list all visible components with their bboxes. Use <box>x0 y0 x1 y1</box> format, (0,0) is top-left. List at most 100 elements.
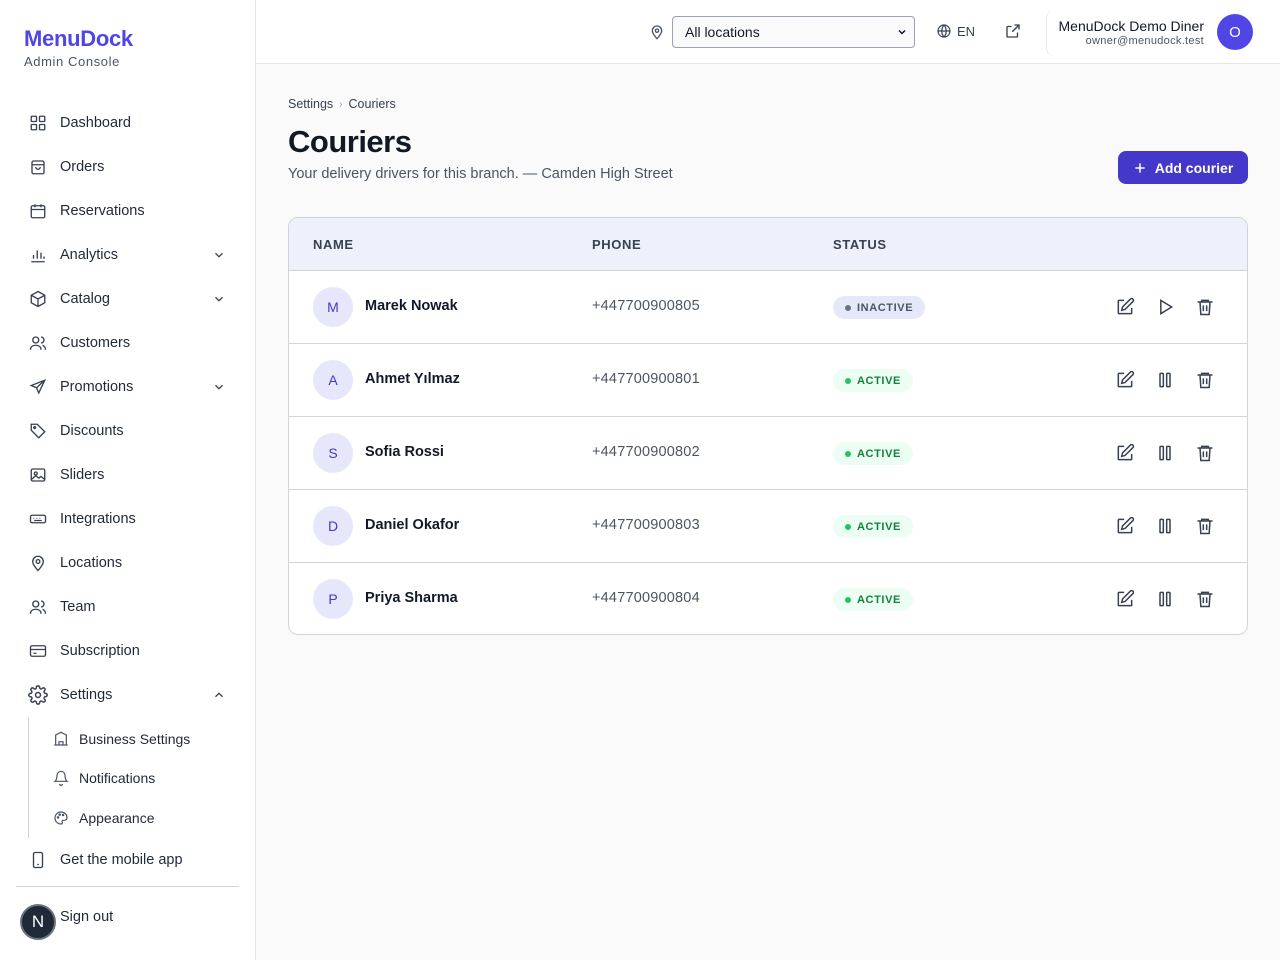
table-row: M Marek Nowak +447700900805 INACTIVE <box>289 271 1247 344</box>
building-icon <box>53 731 69 747</box>
gear-icon <box>28 685 48 705</box>
courier-phone: +447700900803 <box>592 517 700 533</box>
status-dot <box>845 523 851 530</box>
play-icon[interactable] <box>1155 297 1175 317</box>
breadcrumb-settings[interactable]: Settings <box>288 97 333 111</box>
avatar: S <box>313 433 353 473</box>
tag-icon <box>28 421 48 441</box>
sidebar-item-reservations[interactable]: Reservations <box>16 189 240 233</box>
breadcrumb: Settings › Couriers <box>288 97 396 111</box>
avatar: D <box>313 506 353 546</box>
table-row: D Daniel Okafor +447700900803 ACTIVE <box>289 490 1247 563</box>
courier-phone: +447700900805 <box>592 298 700 314</box>
location-select[interactable]: All locations <box>672 16 915 48</box>
sidebar-item-customers[interactable]: Customers <box>16 321 240 365</box>
courier-name: Priya Sharma <box>365 590 458 606</box>
courier-name: Daniel Okafor <box>365 517 460 533</box>
courier-name: Sofia Rossi <box>365 444 444 460</box>
sidebar-item-analytics[interactable]: Analytics <box>16 233 240 277</box>
pause-icon[interactable] <box>1155 370 1175 390</box>
calendar-icon <box>28 201 48 221</box>
trash-icon[interactable] <box>1195 589 1215 609</box>
edit-icon[interactable] <box>1115 443 1135 463</box>
sidebar-item-label: Reservations <box>60 203 145 219</box>
trash-icon[interactable] <box>1195 443 1215 463</box>
brand-name: MenuDock <box>24 26 133 51</box>
sidebar: MenuDock Admin Console Dashboard Orders … <box>0 0 256 960</box>
external-link-icon[interactable] <box>1004 22 1022 40</box>
image-icon <box>28 465 48 485</box>
pause-icon[interactable] <box>1155 516 1175 536</box>
language-label: EN <box>957 23 976 39</box>
sidebar-item-dashboard[interactable]: Dashboard <box>16 101 240 145</box>
sidebar-item-discounts[interactable]: Discounts <box>16 409 240 453</box>
sidebar-item-mobile-app[interactable]: Get the mobile app <box>16 838 240 882</box>
trash-icon[interactable] <box>1195 516 1215 536</box>
status-label: ACTIVE <box>857 520 901 533</box>
sidebar-subitem-notifications[interactable]: Notifications <box>43 759 240 799</box>
sidebar-item-label: Promotions <box>60 379 134 395</box>
trash-icon[interactable] <box>1195 370 1215 390</box>
add-courier-button[interactable]: Add courier <box>1118 151 1248 184</box>
user-email: owner@menudock.test <box>1085 35 1204 47</box>
status-dot <box>845 450 851 457</box>
sidebar-item-sliders[interactable]: Sliders <box>16 453 240 497</box>
sidebar-divider <box>16 886 239 887</box>
column-header-name: NAME <box>313 237 354 252</box>
sidebar-subitem-business-settings[interactable]: Business Settings <box>43 719 240 759</box>
courier-phone: +447700900804 <box>592 590 700 606</box>
sidebar-item-orders[interactable]: Orders <box>16 145 240 189</box>
avatar: N <box>20 904 56 940</box>
sidebar-subitem-appearance[interactable]: Appearance <box>43 798 240 838</box>
user-menu[interactable]: MenuDock Demo Diner owner@menudock.test … <box>1046 10 1280 56</box>
sidebar-item-locations[interactable]: Locations <box>16 541 240 585</box>
sidebar-item-catalog[interactable]: Catalog <box>16 277 240 321</box>
page-subtitle: Your delivery drivers for this branch. —… <box>288 166 673 182</box>
keyboard-icon <box>28 509 48 529</box>
sidebar-item-label: Settings <box>60 687 113 703</box>
chevron-down-icon <box>896 26 908 38</box>
sidebar-item-label: Orders <box>60 159 105 175</box>
sidebar-nav: Dashboard Orders Reservations Analytics … <box>16 101 240 882</box>
sidebar-subitem-label: Appearance <box>79 809 155 826</box>
edit-icon[interactable] <box>1115 516 1135 536</box>
sidebar-item-label: Locations <box>60 555 123 571</box>
sidebar-item-integrations[interactable]: Integrations <box>16 497 240 541</box>
edit-icon[interactable] <box>1115 370 1135 390</box>
sidebar-item-promotions[interactable]: Promotions <box>16 365 240 409</box>
courier-phone: +447700900802 <box>592 444 700 460</box>
trash-icon[interactable] <box>1195 297 1215 317</box>
send-icon <box>28 377 48 397</box>
brand[interactable]: MenuDock Admin Console <box>24 26 133 69</box>
edit-icon[interactable] <box>1115 297 1135 317</box>
user-name: MenuDock Demo Diner <box>1058 18 1205 34</box>
palette-icon <box>53 810 69 826</box>
sidebar-subitem-label: Notifications <box>79 770 156 787</box>
edit-icon[interactable] <box>1115 589 1135 609</box>
add-courier-label: Add courier <box>1154 159 1234 176</box>
team-icon <box>28 597 48 617</box>
table-row: A Ahmet Yılmaz +447700900801 ACTIVE <box>289 344 1247 417</box>
sidebar-item-label: Get the mobile app <box>60 851 183 868</box>
status-label: ACTIVE <box>857 593 901 606</box>
chevron-down-icon <box>212 292 226 306</box>
sidebar-item-settings[interactable]: Settings <box>16 673 240 717</box>
sidebar-subitem-label: Business Settings <box>79 730 191 747</box>
sidebar-item-label: Integrations <box>60 511 136 527</box>
settings-submenu: Business Settings Notifications Appearan… <box>28 717 240 838</box>
globe-icon <box>936 23 952 39</box>
courier-phone: +447700900801 <box>592 371 700 387</box>
sidebar-item-team[interactable]: Team <box>16 585 240 629</box>
sidebar-item-subscription[interactable]: Subscription <box>16 629 240 673</box>
pause-icon[interactable] <box>1155 443 1175 463</box>
sidebar-item-label: Customers <box>60 335 131 351</box>
language-switcher[interactable]: EN <box>936 23 975 39</box>
status-label: ACTIVE <box>857 374 901 387</box>
pause-icon[interactable] <box>1155 589 1175 609</box>
shopping-bag-icon <box>28 157 48 177</box>
sidebar-item-label: Subscription <box>60 643 140 659</box>
avatar: P <box>313 579 353 619</box>
avatar: O <box>1217 14 1253 50</box>
status-dot <box>845 304 851 311</box>
table-row: P Priya Sharma +447700900804 ACTIVE <box>289 563 1247 634</box>
